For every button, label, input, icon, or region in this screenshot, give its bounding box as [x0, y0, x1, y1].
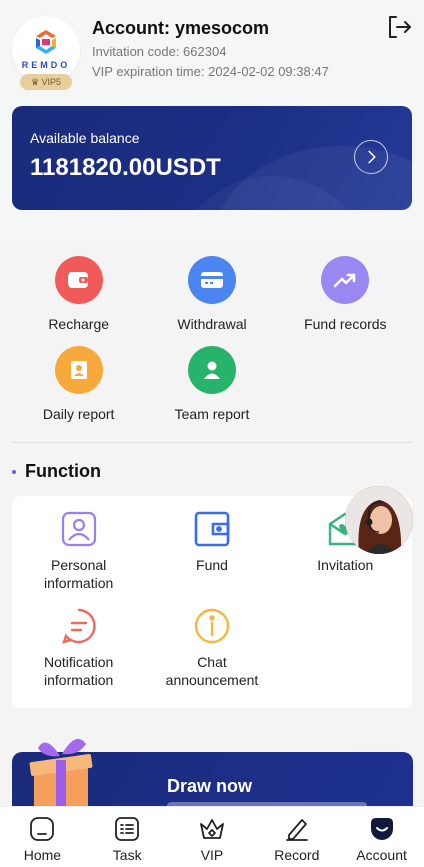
- card-icon: [187, 256, 236, 304]
- fund-button[interactable]: Fund: [145, 510, 278, 607]
- balance-card[interactable]: Available balance 1181820.00USDT: [12, 106, 412, 210]
- function-title: Function: [25, 461, 101, 481]
- withdrawal-label: Withdrawal: [177, 316, 247, 332]
- recharge-label: Recharge: [48, 316, 110, 332]
- chat-announcement-button[interactable]: Chat announcement: [145, 607, 278, 704]
- tab-home[interactable]: Home: [0, 807, 85, 867]
- balance-value: 1181820.00USDT: [30, 154, 221, 181]
- banner-title: Draw now: [167, 776, 253, 796]
- account-summary: REMDO ♛ VIP5 Account: ymesocom Invitatio…: [12, 14, 412, 92]
- chat-announcement-label: Chat announcement: [165, 654, 259, 688]
- function-header: Function: [0, 443, 424, 496]
- info-icon: [194, 608, 230, 644]
- tab-record[interactable]: Record: [254, 807, 339, 867]
- tab-vip[interactable]: VIP: [170, 807, 255, 867]
- tab-account-label: Account: [356, 847, 407, 863]
- chevron-right-icon[interactable]: [354, 140, 388, 174]
- personal-information-button[interactable]: Personal information: [12, 510, 145, 607]
- quick-actions: Recharge Withdrawal Fund records Daily r…: [0, 240, 424, 443]
- crown-icon: [200, 819, 224, 839]
- avatar: REMDO ♛ VIP5: [12, 16, 80, 90]
- tab-account[interactable]: Account: [339, 807, 424, 867]
- remdo-logo-icon: [36, 30, 56, 54]
- vip-level: VIP5: [41, 77, 62, 87]
- fund-records-label: Fund records: [304, 316, 387, 332]
- bottom-tab-bar: Home Task VIP Record Account: [0, 806, 424, 867]
- recharge-button[interactable]: Recharge: [12, 256, 145, 332]
- withdrawal-button[interactable]: Withdrawal: [145, 256, 278, 332]
- wallet-icon: [54, 256, 103, 304]
- fund-records-button[interactable]: Fund records: [279, 256, 412, 332]
- personal-information-label: Personal information: [44, 557, 114, 591]
- vip-badge: ♛ VIP5: [20, 74, 72, 90]
- notification-information-label: Notification information: [44, 654, 114, 688]
- daily-report-label: Daily report: [42, 406, 115, 422]
- tab-task[interactable]: Task: [85, 807, 170, 867]
- tab-vip-label: VIP: [200, 847, 224, 863]
- logout-icon[interactable]: [386, 14, 412, 40]
- tab-record-label: Record: [274, 847, 320, 863]
- report-icon: [54, 346, 103, 394]
- user-card-icon: [61, 511, 96, 547]
- edit-icon: [285, 819, 308, 841]
- account-info: Account: ymesocom Invitation code: 66230…: [92, 14, 329, 92]
- account-header: REMDO ♛ VIP5 Account: ymesocom Invitatio…: [0, 0, 424, 240]
- vip-expiration: VIP expiration time: 2024-02-02 09:38:47: [92, 64, 329, 79]
- balance-label: Available balance: [30, 130, 140, 146]
- invitation-label: Invitation: [317, 557, 374, 573]
- team-report-button[interactable]: Team report: [145, 346, 278, 422]
- bullet-icon: [12, 469, 16, 474]
- account-icon: [370, 818, 393, 840]
- account-title: Account: ymesocom: [92, 18, 270, 38]
- home-icon: [30, 817, 55, 841]
- message-icon: [61, 608, 96, 644]
- tab-task-label: Task: [112, 847, 142, 863]
- task-icon: [115, 817, 140, 841]
- customer-service-avatar[interactable]: [345, 486, 413, 554]
- team-report-label: Team report: [174, 406, 250, 422]
- logo-text: REMDO: [21, 60, 71, 70]
- team-icon: [187, 346, 236, 394]
- daily-report-button[interactable]: Daily report: [12, 346, 145, 422]
- fund-icon: [194, 511, 230, 547]
- fund-label: Fund: [196, 557, 228, 573]
- tab-home-label: Home: [23, 847, 62, 863]
- trend-icon: [321, 256, 370, 304]
- invitation-code: Invitation code: 662304: [92, 44, 227, 59]
- notification-information-button[interactable]: Notification information: [12, 607, 145, 704]
